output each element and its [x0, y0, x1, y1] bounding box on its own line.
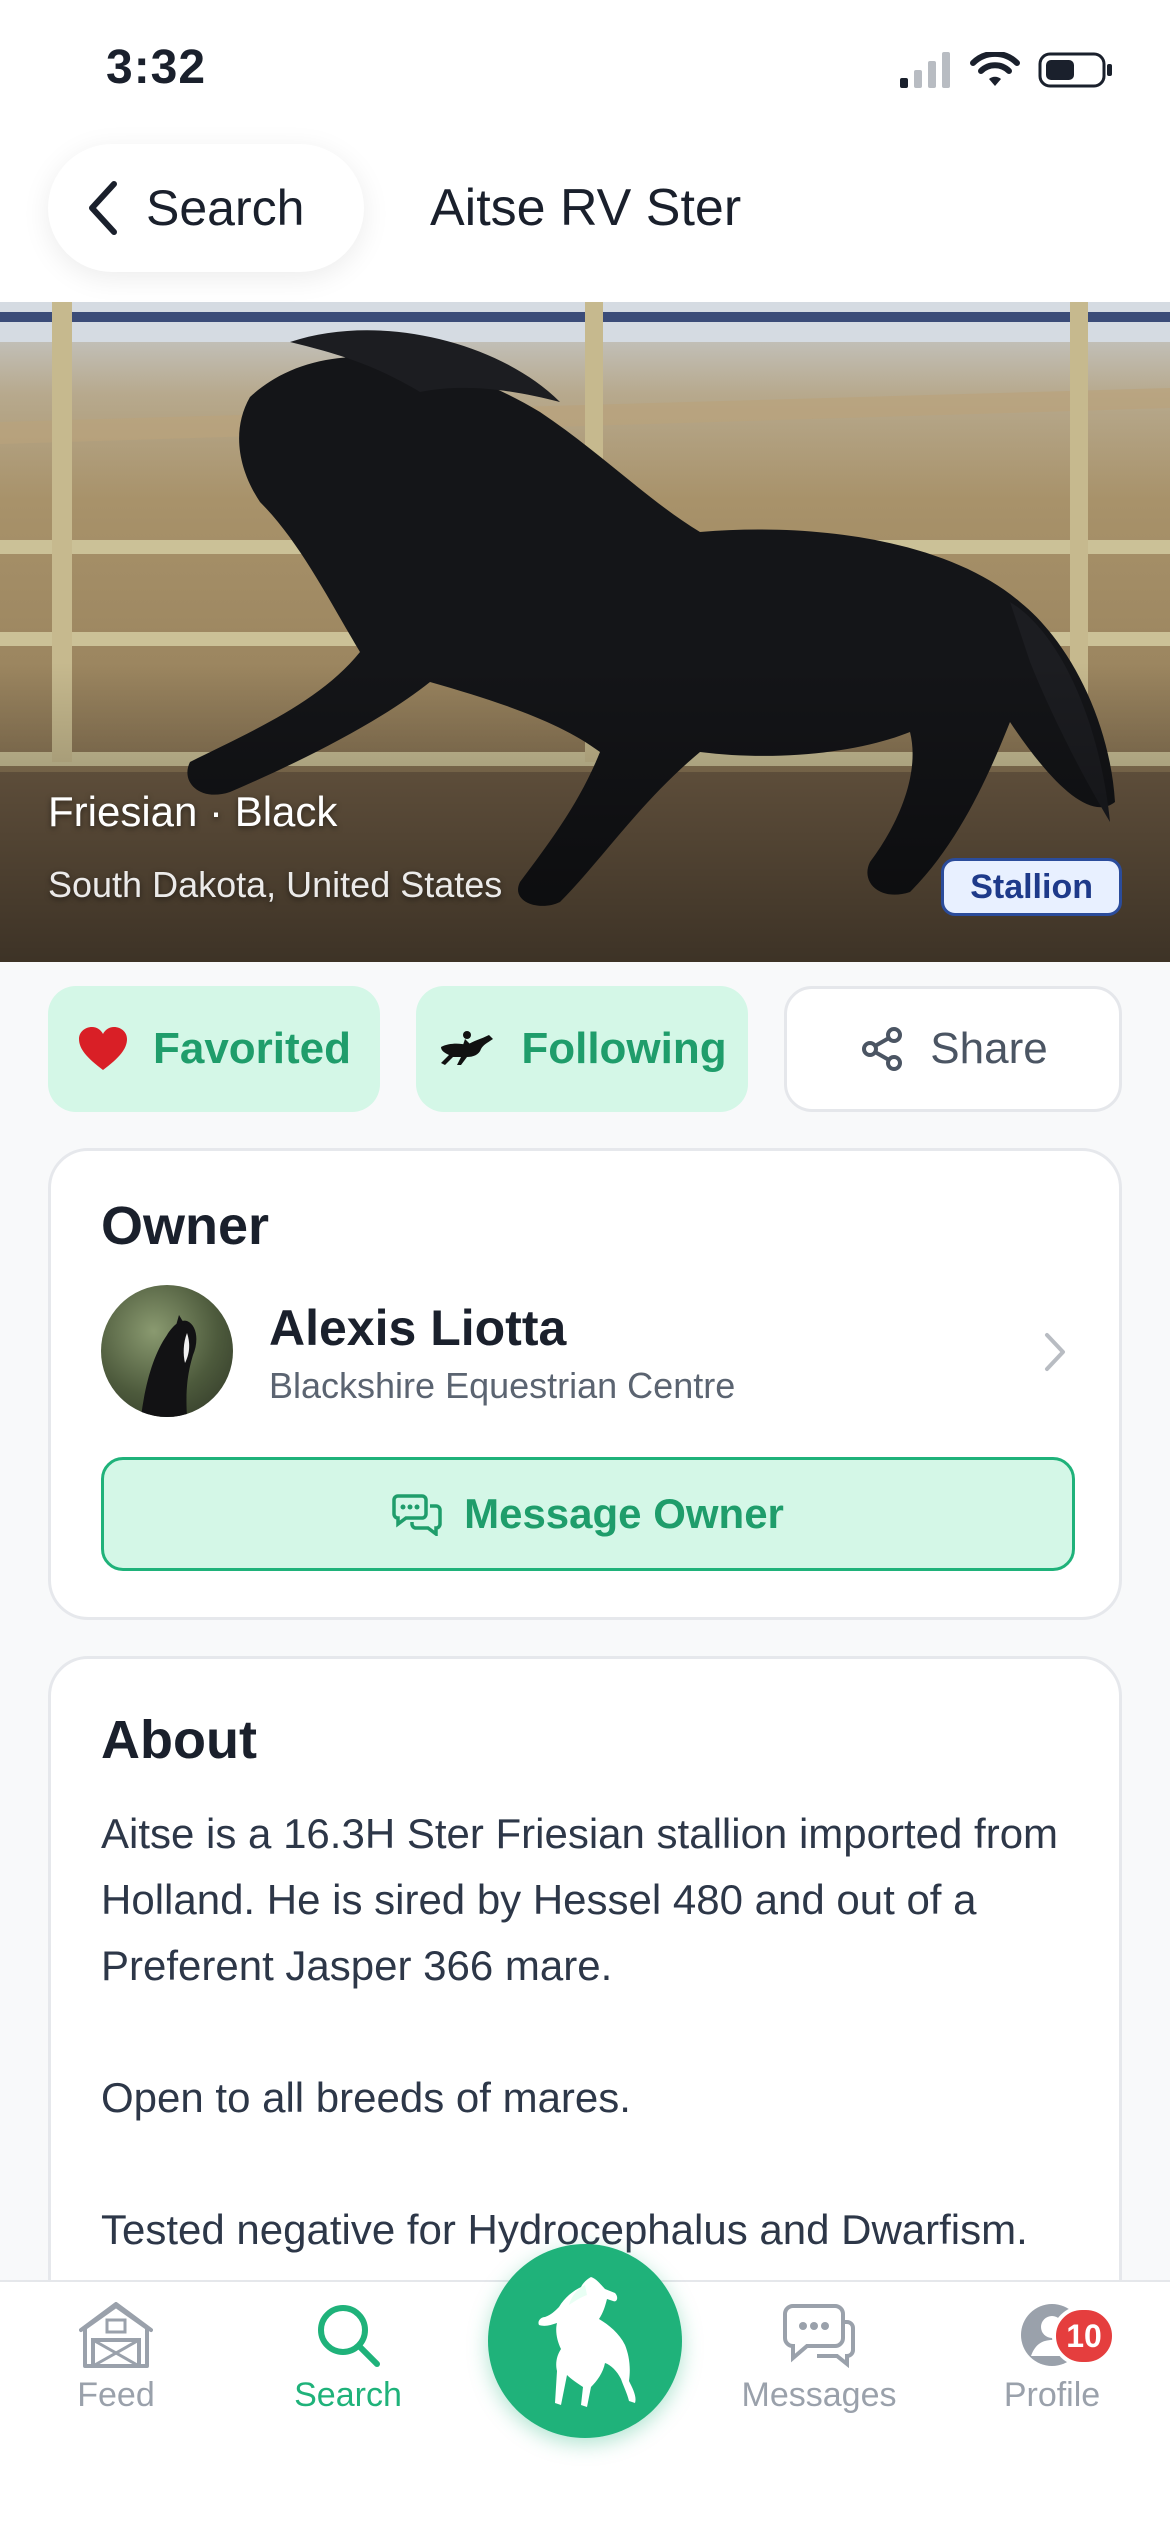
chevron-right-icon — [1045, 1333, 1065, 1371]
status-icons — [900, 52, 1114, 88]
tab-messages[interactable]: Messages — [728, 2302, 910, 2415]
owner-card: Owner Alexis Liotta Blackshire Equestria… — [48, 1148, 1122, 1620]
favorite-label: Favorited — [152, 1024, 352, 1073]
share-label: Share — [930, 1024, 1048, 1073]
horse-hero-image: Friesian · Black South Dakota, United St… — [0, 302, 1170, 962]
tab-feed[interactable]: Feed — [26, 2302, 206, 2415]
nav-header: Search Aitse RV Ster — [0, 130, 1170, 302]
chevron-left-icon — [89, 181, 117, 235]
tab-messages-label: Messages — [741, 2376, 897, 2414]
tab-search-label: Search — [294, 2376, 402, 2414]
tab-profile[interactable]: Profile 10 — [962, 2302, 1142, 2415]
notification-badge: 10 — [1052, 2306, 1116, 2366]
back-label: Search — [146, 180, 305, 236]
wifi-icon — [970, 52, 1020, 86]
chat-icon — [783, 2304, 855, 2368]
status-bar: 3:32 — [0, 0, 1170, 140]
tab-search[interactable]: Search — [258, 2302, 438, 2415]
center-horse-button[interactable] — [488, 2244, 682, 2438]
follow-button[interactable]: Following — [416, 986, 748, 1112]
back-button[interactable]: Search — [48, 144, 364, 272]
cellular-signal-icon — [900, 52, 950, 88]
status-time: 3:32 — [106, 41, 207, 94]
owner-heading: Owner — [101, 1196, 270, 1256]
message-owner-button[interactable]: Message Owner — [101, 1457, 1075, 1571]
rearing-horse-icon — [538, 2277, 636, 2407]
heart-icon — [78, 1027, 127, 1070]
sex-badge: Stallion — [941, 858, 1122, 916]
share-button[interactable]: Share — [784, 986, 1122, 1112]
location-text: South Dakota, United States — [48, 864, 503, 905]
about-heading: About — [101, 1710, 257, 1770]
breed-color-text: Friesian · Black — [48, 788, 338, 835]
owner-avatar — [101, 1285, 233, 1417]
share-icon — [862, 1027, 903, 1071]
tab-profile-label: Profile — [1003, 2376, 1101, 2414]
owner-profile-row[interactable]: Alexis Liotta Blackshire Equestrian Cent… — [101, 1285, 1075, 1421]
message-owner-label: Message Owner — [464, 1490, 784, 1537]
battery-icon — [1038, 52, 1112, 88]
horse-rider-icon — [441, 1031, 494, 1065]
barn-icon — [79, 2302, 153, 2368]
action-buttons: Favorited Following Share — [48, 986, 1122, 1112]
page-title: Aitse RV Ster — [430, 179, 742, 237]
chat-bubbles-icon — [392, 1494, 442, 1536]
tab-feed-label: Feed — [77, 2376, 155, 2414]
search-icon — [318, 2305, 380, 2367]
owner-name: Alexis Liotta — [269, 1300, 567, 1356]
owner-farm: Blackshire Equestrian Centre — [269, 1365, 736, 1406]
follow-label: Following — [521, 1024, 727, 1073]
favorite-button[interactable]: Favorited — [48, 986, 380, 1112]
